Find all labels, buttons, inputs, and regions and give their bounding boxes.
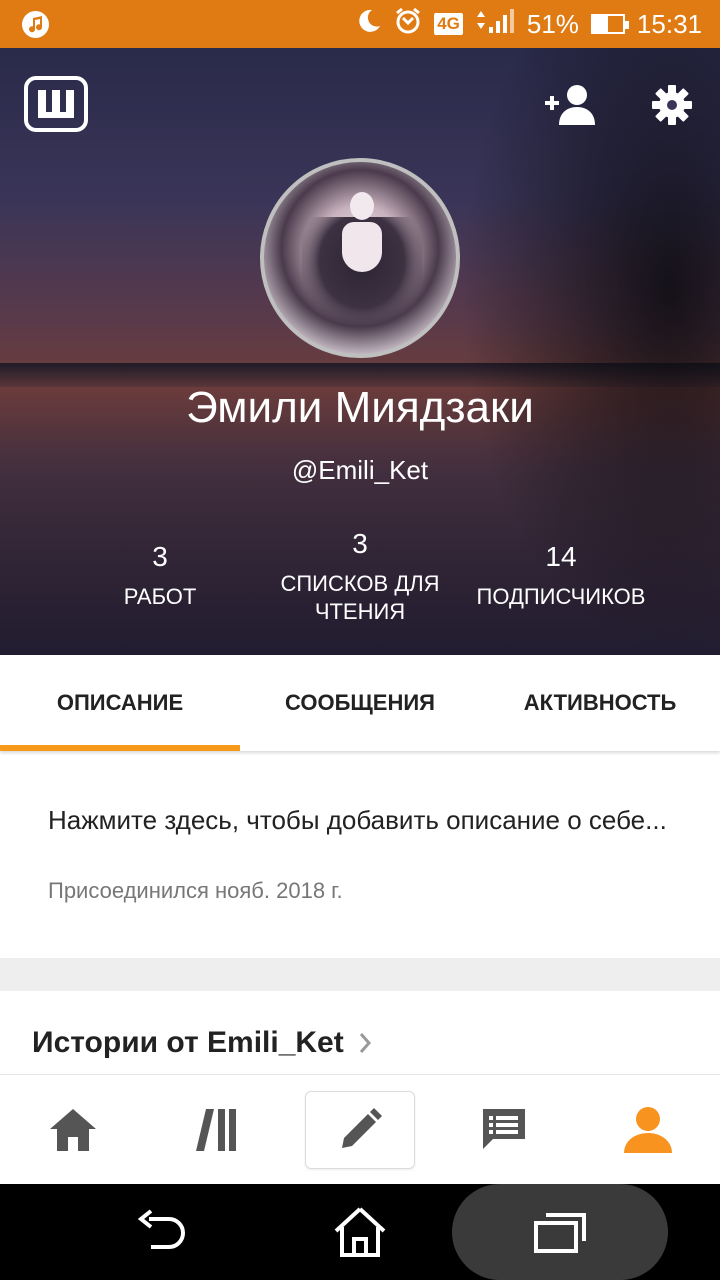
tab-activity[interactable]: АКТИВНОСТЬ — [480, 655, 720, 751]
system-recents-button[interactable] — [452, 1184, 668, 1280]
recents-icon — [534, 1213, 586, 1253]
system-back-button[interactable] — [100, 1184, 220, 1280]
stat-followers-value: 14 — [545, 541, 577, 572]
network-type-badge: 4G — [434, 13, 463, 35]
status-bar: 4G 51% 15:31 — [0, 0, 720, 48]
nav-profile[interactable] — [593, 1075, 703, 1185]
music-note-icon — [22, 11, 49, 38]
system-navigation-bar — [0, 1184, 720, 1280]
stat-reading-lists-label: СПИСКОВ ДЛЯ ЧТЕНИЯ — [280, 571, 440, 624]
clock: 15:31 — [636, 8, 702, 39]
avatar-art-body — [342, 222, 382, 272]
stat-followers[interactable]: 14 ПОДПИСЧИКОВ — [466, 541, 656, 611]
signal-icon — [475, 7, 515, 42]
settings-gear-icon — [652, 85, 692, 125]
nav-messages[interactable] — [449, 1075, 559, 1185]
logo-glyph-icon — [38, 90, 74, 118]
avatar-art-face — [350, 192, 374, 220]
profile-tabs: ОПИСАНИЕ СООБЩЕНИЯ АКТИВНОСТЬ — [0, 655, 720, 751]
stat-followers-label: ПОДПИСЧИКОВ — [476, 584, 646, 609]
home-outline-icon — [334, 1207, 386, 1257]
stat-works-value: 3 — [152, 541, 168, 572]
stat-works[interactable]: 3 РАБОТ — [100, 541, 220, 611]
library-icon — [196, 1109, 236, 1151]
profile-handle: @Emili_Ket — [291, 455, 429, 485]
home-icon — [50, 1109, 96, 1151]
joined-date: Присоединился нояб. 2018 г. — [48, 878, 343, 903]
nav-home[interactable] — [18, 1075, 128, 1185]
add-friend-icon — [545, 85, 595, 125]
chevron-right-icon — [359, 1033, 371, 1053]
tab-messages[interactable]: СООБЩЕНИЯ — [240, 655, 480, 751]
settings-button[interactable] — [642, 80, 702, 130]
profile-name: Эмили Миядзаки — [186, 383, 534, 432]
stat-reading-lists-value: 3 — [352, 528, 368, 559]
wattpad-logo[interactable] — [24, 76, 88, 132]
system-home-button[interactable] — [300, 1184, 420, 1280]
add-description-prompt[interactable]: Нажмите здесь, чтобы добавить описание о… — [48, 800, 668, 840]
add-friend-button[interactable] — [540, 80, 600, 130]
profile-header: Эмили Миядзаки @Emili_Ket 3 РАБОТ 3 СПИС… — [0, 48, 720, 655]
nav-write[interactable] — [305, 1091, 415, 1169]
back-icon — [137, 1209, 185, 1249]
stat-reading-lists[interactable]: 3 СПИСКОВ ДЛЯ ЧТЕНИЯ — [268, 528, 452, 626]
nav-library[interactable] — [162, 1075, 272, 1185]
profile-avatar[interactable] — [260, 158, 460, 358]
tab-about[interactable]: ОПИСАНИЕ — [0, 655, 240, 751]
write-pencil-icon — [342, 1108, 382, 1148]
bottom-navigation — [0, 1074, 720, 1184]
battery-percent: 51% — [526, 8, 579, 39]
stories-title: Истории от Emili_Ket — [32, 1026, 344, 1059]
section-divider — [0, 958, 720, 991]
battery-icon — [590, 14, 629, 34]
stat-works-label: РАБОТ — [123, 584, 197, 609]
alarm-icon — [394, 7, 422, 42]
moon-icon — [356, 8, 382, 41]
messages-icon — [483, 1109, 525, 1149]
profile-icon — [624, 1107, 672, 1153]
stories-section-header[interactable]: Истории от Emili_Ket — [32, 1026, 372, 1060]
